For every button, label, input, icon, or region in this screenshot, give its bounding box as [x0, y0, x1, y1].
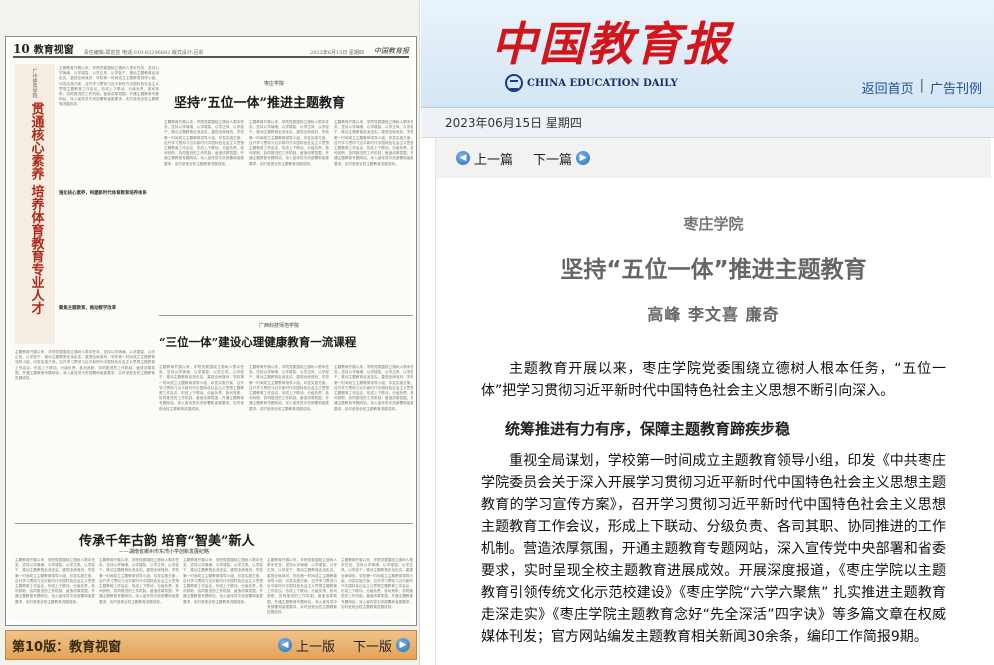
paper-date: 2023年6月15日 星期四	[310, 50, 364, 56]
edition-nav-bar: 第10版：教育视窗 ◀ 上一版 下一版 ▶	[5, 630, 417, 660]
article-subhead-hunan: ——湖南省郴州市东湾小学创新发展纪略	[119, 549, 210, 555]
paper-page-header: 10 教育视窗 责任编辑:郑芸芸 电话:010-82296682 版式设计:吕彩…	[13, 42, 409, 58]
site-logo-english: CHINA EDUCATION DAILY	[505, 74, 678, 92]
column-subhead: 聚焦主题教育，推动教学改革	[59, 306, 117, 311]
paper-page-number: 10	[13, 42, 30, 56]
column-text-block: 主题教育开展以来，学院党委围绕立德树人根本任务，坚持以学铸魂、以学增智、以学正风…	[249, 120, 329, 166]
date-bar: 2023年06月15日 星期四	[421, 108, 994, 138]
article-nav: ◀ 上一篇 下一篇 ▶	[436, 138, 991, 178]
column-text-block: 主题教育开展以来，学院党委围绕立德树人根本任务，坚持以学铸魂、以学增智、以学正风…	[334, 365, 413, 411]
newspaper-page-panel: 10 教育视窗 责任编辑:郑芸芸 电话:010-82296682 版式设计:吕彩…	[0, 0, 420, 665]
site-logo-chinese[interactable]: 中国教育报	[491, 8, 731, 74]
column-text-block: 主题教育开展以来，学院党委围绕立德树人根本任务，坚持以学铸魂、以学增智、以学正风…	[249, 365, 329, 411]
link-separator: |	[919, 78, 924, 93]
article-authors: 高峰 李文喜 廉奇	[647, 305, 780, 324]
article-headline-zaozhuang[interactable]: 坚持“五位一体”推进主题教育	[174, 92, 345, 111]
site-logo-english-text: CHINA EDUCATION DAILY	[527, 77, 678, 89]
home-link[interactable]: 返回首页	[862, 78, 914, 97]
column-subhead: 强化核心素养，构建新时代体育教育培养体系	[59, 191, 147, 196]
prev-edition-button[interactable]: ◀ 上一版	[277, 636, 335, 655]
prev-article-label: 上一篇	[474, 152, 514, 168]
article-body: 主题教育开展以来，枣庄学院党委围绕立德树人根本任务，“五位一体”把学习贯彻习近平…	[481, 358, 946, 648]
next-article-button[interactable]: 下一篇 ▶	[533, 149, 591, 168]
side-feature-headline: 贯通核心素养 培养体育教育专业人才	[28, 102, 44, 315]
arrow-left-icon: ◀	[456, 151, 470, 165]
top-links: 返回首页 | 广告刊例	[862, 78, 982, 97]
arrow-left-icon: ◀	[277, 638, 292, 652]
article-kicker: 枣庄学院	[683, 215, 744, 233]
edition-label: 第10版：教育视窗	[12, 639, 122, 655]
column-text-block: 主题教育开展以来，学院党委围绕立德树人根本任务，坚持以学铸魂、以学增智、以学正风…	[334, 120, 413, 166]
newspaper-page-thumbnail[interactable]: 10 教育视窗 责任编辑:郑芸芸 电话:010-82296682 版式设计:吕彩…	[5, 36, 417, 626]
paper-editor-meta: 责任编辑:郑芸芸 电话:010-82296682 版式设计:吕彩	[83, 50, 204, 56]
newspaper-emblem-icon	[505, 74, 523, 92]
side-feature-school: 广州体育学院	[31, 68, 38, 98]
newspaper-page: 10 教育视窗 责任编辑:郑芸芸 电话:010-82296682 版式设计:吕彩…	[9, 40, 413, 622]
side-feature-title[interactable]: 广州体育学院 贯通核心素养 培养体育教育专业人才	[15, 64, 55, 344]
article-school-zaozhuang: 枣庄学院	[264, 81, 285, 87]
article-title: 坚持“五位一体”推进主题教育	[560, 257, 867, 283]
divider-line	[15, 523, 413, 524]
next-edition-label: 下一版	[352, 639, 392, 655]
masthead: 中国教育报 CHINA EDUCATION DAILY 返回首页 | 广告刊例	[421, 0, 994, 108]
article-headline-hunan[interactable]: 传承千年古韵 培育“智美”新人	[79, 530, 254, 549]
column-text-block: 主题教育开展以来，学院党委围绕立德树人根本任务，坚持以学铸魂、以学增智、以学正风…	[164, 120, 244, 166]
article-reader-panel: 中国教育报 CHINA EDUCATION DAILY 返回首页 | 广告刊例 …	[421, 0, 994, 665]
column-text-block: 主题教育开展以来，学院党委围绕立德树人根本任务，坚持以学铸魂、以学增智、以学正风…	[267, 558, 337, 615]
paper-small-logo: 中国教育报	[374, 47, 409, 55]
column-text-block: 主题教育开展以来，学院党委围绕立德树人根本任务，坚持以学铸魂、以学增智、以学正风…	[341, 558, 413, 609]
column-text-block: 主题教育开展以来，学院党委围绕立德树人根本任务，坚持以学铸魂、以学增智、以学正风…	[99, 558, 179, 604]
column-text-block: 主题教育开展以来，学院党委围绕立德树人根本任务，坚持以学铸魂、以学增智、以学正风…	[183, 558, 263, 604]
paper-section-name: 教育视窗	[33, 45, 74, 56]
divider-line	[159, 315, 413, 316]
article-headline-guangxi[interactable]: “三位一体”建设心理健康教育一流课程	[159, 334, 356, 350]
column-text-block: 主题教育开展以来，学院党委围绕立德树人根本任务，坚持以学铸魂、以学增智、以学正风…	[15, 558, 95, 604]
article-paragraph: 重视全局谋划，学校第一时间成立主题教育领导小组，印发《中共枣庄学院委员会关于深入…	[481, 453, 946, 645]
issue-date: 2023年06月15日 星期四	[445, 116, 582, 130]
ad-rates-link[interactable]: 广告刊例	[930, 78, 982, 97]
arrow-right-icon: ▶	[396, 638, 410, 652]
next-edition-button[interactable]: 下一版 ▶	[353, 636, 410, 655]
prev-article-button[interactable]: ◀ 上一篇	[456, 149, 513, 168]
article-section-heading: 统筹推进有力有序，保障主题教育蹄疾步稳	[505, 420, 791, 438]
prev-edition-label: 上一版	[295, 639, 335, 655]
next-article-label: 下一篇	[533, 152, 573, 168]
article-paragraph: 主题教育开展以来，枣庄学院党委围绕立德树人根本任务，“五位一体”把学习贯彻习近平…	[481, 361, 946, 399]
article-content: ◀ 上一篇 下一篇 ▶ 枣庄学院 坚持“五位一体”推进主题教育 高峰 李文喜 廉…	[435, 138, 991, 665]
article-school-guangxi: 广西科技师范学院	[259, 323, 300, 329]
column-text-block: 主题教育开展以来，学院党委围绕立德树人根本任务，坚持以学铸魂、以学增智、以学正风…	[15, 350, 155, 381]
column-text-block: 主题教育开展以来，学院党委围绕立德树人根本任务，坚持以学铸魂、以学增智、以学正风…	[59, 66, 159, 107]
arrow-right-icon: ▶	[576, 151, 591, 165]
column-text-block: 主题教育开展以来，学院党委围绕立德树人根本任务，坚持以学铸魂、以学增智、以学正风…	[159, 365, 244, 411]
